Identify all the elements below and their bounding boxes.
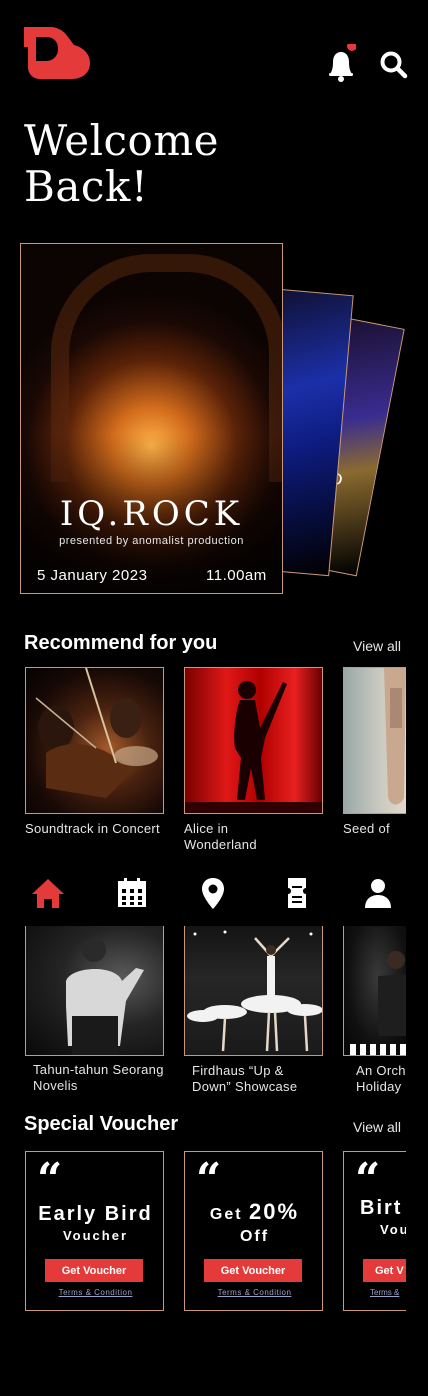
voucher-1-line2: Voucher [62,1228,129,1243]
get-voucher-button-1[interactable]: Get Voucher [45,1259,143,1282]
voucher-2-value: 20% [249,1199,300,1224]
voucher-3-line1: Birt [360,1197,403,1219]
nav-profile-icon[interactable] [361,876,395,910]
voucher-card-20-off[interactable]: “ Get 20% Off Get Voucher Terms & Condit… [184,1151,323,1311]
recommend-thumb-seed[interactable] [343,667,413,814]
nav-home-icon[interactable] [31,876,65,910]
featured-time: 11.00am [206,567,267,584]
nav-calendar-icon[interactable] [115,876,149,910]
quote-icon: “ [355,1154,381,1205]
curtain-silhouette-image [185,681,322,813]
notification-dot [347,44,356,51]
voucher-card-birthday[interactable]: “ Birt Vou Get V Terms & [343,1151,413,1311]
featured-presenter: presented by anomalist production [59,535,244,547]
quote-icon: “ [37,1154,63,1205]
recommend-caption-2: Alice in Wonderland [184,821,257,852]
terms-link-1[interactable]: Terms & Condition [26,1288,165,1297]
recommend-view-all-link[interactable]: View all [353,638,401,654]
pianist-image [350,951,410,1055]
notification-bell-icon[interactable] [326,44,356,82]
page-title: Welcome Back! [24,116,220,211]
voucher-1-line1: Early Bird [38,1203,153,1225]
nav-tickets-icon[interactable] [280,876,314,910]
app-logo [24,27,90,79]
voucher-2-prefix: Get [209,1206,243,1223]
violinists-image [35,668,158,798]
recommend-caption-3: Seed of [343,821,390,836]
terms-link-2[interactable]: Terms & Condition [185,1288,324,1297]
recommend-thumb-firdhaus[interactable] [184,926,323,1056]
voucher-card-early-bird[interactable]: “ Early Bird Voucher Get Voucher Terms &… [25,1151,164,1311]
recommend-thumb-orchestra[interactable] [343,926,413,1056]
quote-icon: “ [196,1154,222,1205]
voucher-2-line2: Off [239,1228,270,1245]
featured-date: 5 January 2023 [37,567,148,584]
recommend-thumb-alice[interactable] [184,667,323,814]
voucher-view-all-link[interactable]: View all [353,1119,401,1135]
recommend-thumb-novelis[interactable] [25,926,164,1056]
ballerinas-image [187,930,322,1052]
recommend-title: Recommend for you [24,632,218,654]
search-icon[interactable] [379,50,409,80]
recommend-caption-5: Firdhaus “Up & Down” Showcase [192,1063,298,1094]
terms-link-3[interactable]: Terms & [370,1288,399,1297]
recommend-caption-1: Soundtrack in Concert [25,821,160,836]
speaker-image [66,938,144,1055]
featured-title: IQ.ROCK [59,494,244,534]
recommend-thumb-soundtrack[interactable] [25,667,164,814]
ballet-shoe-image [384,668,406,805]
recommend-caption-6: An Orch Holiday [356,1063,406,1094]
voucher-2-line1: Get 20% [185,1199,324,1225]
recommend-caption-4: Tahun-tahun Seorang Novelis [33,1062,164,1093]
get-voucher-button-2[interactable]: Get Voucher [204,1259,302,1282]
nav-location-icon[interactable] [196,876,230,910]
voucher-title: Special Voucher [24,1113,179,1135]
